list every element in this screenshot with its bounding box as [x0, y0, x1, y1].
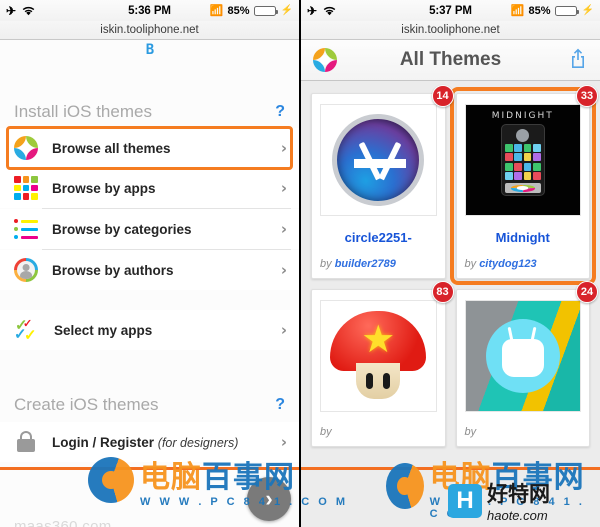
haote-cn-text: 好特网	[487, 483, 550, 506]
chevron-right-icon: ›	[280, 261, 287, 279]
theme-author[interactable]: citydog123	[479, 258, 536, 270]
login-register-text: Login / Register	[52, 434, 155, 450]
sidebar-item-label: Browse by authors	[52, 262, 174, 278]
by-prefix: by	[464, 258, 477, 270]
sidebar-item-label: Select my apps	[54, 322, 153, 338]
theme-badge-count: 24	[576, 281, 598, 303]
create-section-header: Create iOS themes ?	[0, 395, 299, 415]
status-right-icons: 📶 85% ⚡	[510, 4, 594, 18]
battery-percent: 85%	[528, 4, 551, 17]
app-grid-icon	[14, 176, 38, 200]
pc841-logo-icon	[386, 463, 424, 509]
login-register-subtext: (for designers)	[157, 435, 239, 450]
haote-logo-icon: H	[448, 483, 482, 518]
theme-title: Midnight	[495, 230, 550, 245]
bluetooth-icon: 📶	[510, 5, 525, 17]
sidebar-item-select-my-apps[interactable]: ✓ ✓ ✓ ✓ Select my apps ›	[0, 310, 299, 350]
theme-author-line: by builder2789	[320, 258, 437, 270]
left-url-text: iskin.tooliphone.net	[100, 24, 199, 36]
author-person-icon	[14, 258, 38, 282]
appstore-icon	[332, 114, 425, 206]
theme-card[interactable]: 24 by	[455, 281, 598, 447]
watermark-haote: H 好特网 haote.com	[448, 478, 550, 523]
category-list-icon	[14, 217, 38, 241]
checkmarks-icon: ✓ ✓ ✓ ✓	[14, 317, 37, 344]
left-status-bar: ✈ 5:36 PM 📶 85% ⚡	[0, 0, 299, 21]
theme-badge-count: 83	[431, 281, 454, 303]
themes-grid: 14 circle2251- by builder2789 33 MIDNIGH…	[301, 81, 600, 459]
by-prefix: by	[464, 426, 477, 438]
pc841-url-text: W W W . P C 8 4 1 . C O M	[140, 496, 349, 508]
theme-author-line: by	[320, 426, 437, 438]
haote-url-text: haote.com	[487, 508, 548, 523]
all-themes-navbar: All Themes	[301, 40, 600, 81]
pc841-logo-icon	[88, 457, 134, 503]
chevron-right-icon: ›	[280, 321, 287, 339]
theme-author[interactable]: builder2789	[335, 258, 396, 270]
phone-app-grid	[504, 144, 541, 180]
install-section-header: Install iOS themes ?	[0, 102, 299, 122]
right-phone-screen: ✈ 5:37 PM 📶 85% ⚡ iskin.tooliphone.net A…	[301, 0, 600, 527]
sidebar-item-label: Browse by apps	[52, 180, 156, 196]
sidebar-item-browse-by-authors[interactable]: Browse by authors ›	[0, 250, 299, 290]
create-section-title: Create iOS themes	[14, 395, 159, 414]
share-icon[interactable]	[568, 47, 588, 74]
theme-thumbnail: ★	[320, 300, 437, 412]
battery-icon	[554, 5, 579, 16]
phone-mockup	[500, 124, 545, 196]
right-url-text: iskin.tooliphone.net	[401, 24, 500, 36]
sidebar-item-label: Login / Register (for designers)	[52, 435, 281, 450]
by-prefix: by	[320, 258, 332, 270]
theme-thumbnail	[464, 300, 581, 412]
stray-letter-b: B	[145, 42, 155, 58]
theme-title: circle2251-	[344, 230, 412, 245]
charging-bolt-icon: ⚡	[581, 5, 594, 16]
phone-dock	[504, 183, 541, 193]
watermark-pc841-left: 电脑百事网 W W W . P C 8 4 1 . C O M	[88, 452, 348, 508]
theme-card[interactable]: 83 ★ by	[311, 281, 454, 447]
create-help-icon[interactable]: ?	[275, 396, 285, 414]
install-help-icon[interactable]: ?	[275, 103, 285, 121]
sidebar-item-label: Browse by categories	[52, 221, 192, 237]
sidebar-item-browse-by-apps[interactable]: Browse by apps ›	[0, 168, 299, 208]
panel-divider	[299, 0, 301, 527]
install-section-title: Install iOS themes	[14, 102, 152, 121]
theme-thumbnail: MIDNIGHT	[464, 104, 581, 216]
chevron-right-icon: ›	[280, 179, 287, 197]
pc841-cn-text: 电脑百事网	[140, 461, 295, 494]
moon-icon	[516, 129, 530, 142]
chevron-right-icon: ›	[280, 220, 287, 238]
theme-author-line: by	[465, 426, 582, 438]
theme-thumbnail	[320, 104, 437, 216]
by-prefix: by	[320, 426, 332, 438]
sidebar-item-browse-by-categories[interactable]: Browse by categories ›	[0, 209, 299, 249]
right-url-bar[interactable]: iskin.tooliphone.net	[301, 21, 600, 40]
battery-icon	[253, 5, 278, 16]
theme-card-selected[interactable]: 33 MIDNIGHT Midnight by citydog123	[449, 85, 598, 285]
bluetooth-icon: 📶	[209, 5, 224, 17]
midnight-wordmark: MIDNIGHT	[491, 111, 554, 121]
marshmallow-thumb	[465, 301, 580, 411]
lock-icon	[14, 430, 38, 454]
battery-percent: 85%	[227, 4, 250, 17]
theme-badge-count: 33	[576, 85, 598, 107]
page-title: All Themes	[399, 49, 502, 70]
midnight-phone-thumb: MIDNIGHT	[465, 105, 580, 215]
right-status-bar: ✈ 5:37 PM 📶 85% ⚡	[301, 0, 600, 21]
theme-author-line: by citydog123	[465, 258, 582, 270]
left-url-bar[interactable]: iskin.tooliphone.net	[0, 21, 299, 40]
chevron-right-icon: ›	[280, 433, 287, 451]
maas360-footer-text: maas360.com	[14, 518, 112, 527]
theme-badge-count: 14	[431, 85, 454, 107]
status-right-icons: 📶 85% ⚡	[209, 4, 293, 18]
left-phone-screen: ✈ 5:36 PM 📶 85% ⚡ iskin.tooliphone.net B…	[0, 0, 299, 527]
charging-bolt-icon: ⚡	[280, 5, 293, 16]
theme-card[interactable]: 14 circle2251- by builder2789	[311, 85, 454, 279]
highlight-browse-all-themes	[6, 126, 293, 170]
mushroom-thumb: ★	[330, 311, 427, 401]
